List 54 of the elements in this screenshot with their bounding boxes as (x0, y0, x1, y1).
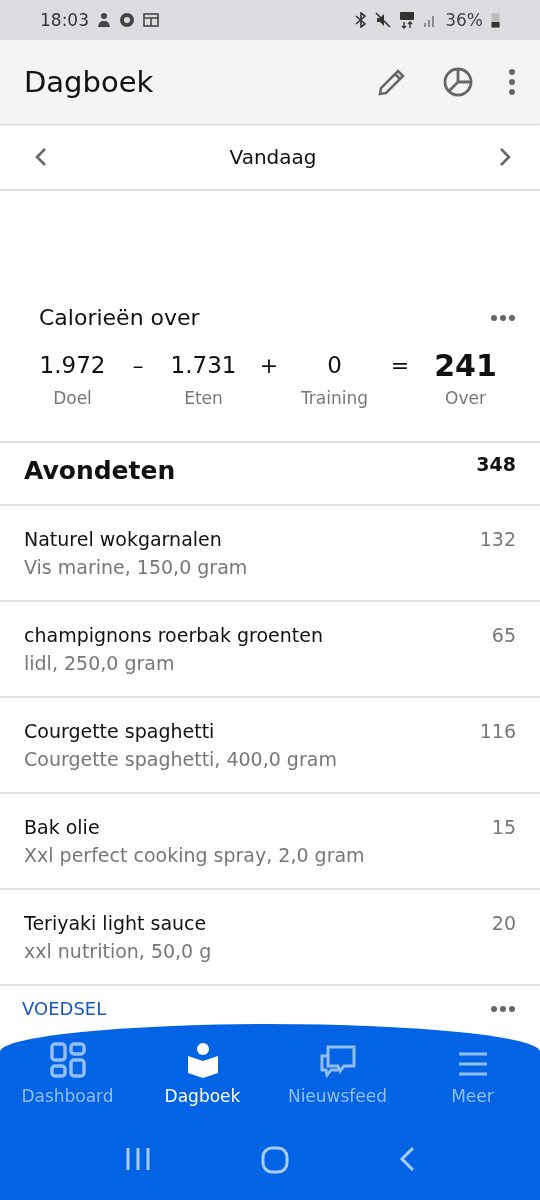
home-button[interactable] (261, 1146, 289, 1174)
calorie-value: 0 (327, 351, 342, 380)
menu-icon (456, 1050, 489, 1078)
chat-bubbles-icon (319, 1044, 356, 1078)
food-name[interactable]: champignons roerbak groenten (24, 624, 323, 646)
pie-chart-button[interactable] (442, 66, 474, 98)
food-name[interactable]: Bak olie (24, 816, 365, 838)
food-detail: lidl, 250,0 gram (24, 652, 176, 674)
battery-icon (491, 12, 500, 28)
card-title: Calorieën over (39, 305, 200, 330)
food-name[interactable]: Naturel wokgarnalen (24, 528, 248, 550)
food-detail: xxl nutrition, 50,0 g (24, 940, 212, 962)
nav-tab[interactable]: Dagboek (135, 1040, 270, 1110)
food-detail: Courgette spaghetti, 400,0 gram (24, 748, 337, 770)
operator-sign: = (389, 351, 411, 380)
calorie-label: Doel (53, 388, 92, 408)
meal-title: Avondeten (24, 456, 176, 487)
battery-percent: 36% (445, 10, 483, 30)
food-detail: Vis marine, 150,0 gram (24, 556, 248, 578)
calorie-label: Eten (184, 388, 223, 408)
bluetooth-icon (355, 12, 368, 28)
calendar-icon (143, 13, 159, 27)
more-options-button[interactable] (490, 1004, 516, 1013)
calorie-value: 1.972 (39, 351, 106, 380)
network-icon (399, 11, 416, 29)
status-time: 18:03 (40, 10, 89, 30)
food-calories: 132 (479, 528, 516, 552)
screen-title: Dagboek (24, 65, 155, 99)
calorie-label: Training (300, 388, 369, 408)
previous-day-button[interactable] (34, 147, 48, 167)
more-options-button[interactable] (490, 313, 516, 322)
date-label: Vandaag (229, 145, 317, 169)
food-name[interactable]: Teriyaki light sauce (24, 912, 212, 934)
operator-sign: + (258, 351, 280, 380)
operator-sign: – (131, 351, 145, 380)
grid-icon (49, 1042, 86, 1078)
calorie-label: Over (445, 388, 486, 408)
more-options-button[interactable] (508, 68, 516, 96)
calorie-value: 241 (434, 348, 497, 382)
food-name[interactable]: Courgette spaghetti (24, 720, 337, 742)
back-button[interactable] (399, 1146, 415, 1174)
food-calories: 15 (491, 816, 516, 840)
notification-icon (97, 12, 111, 28)
meal-total: 348 (476, 453, 516, 477)
food-calories: 20 (491, 912, 516, 936)
reader-book-icon (186, 1042, 219, 1078)
calorie-value: 1.731 (170, 351, 237, 380)
browser-icon (119, 12, 135, 28)
food-calories: 65 (491, 624, 516, 648)
food-detail: Xxl perfect cooking spray, 2,0 gram (24, 844, 365, 866)
food-calories: 116 (479, 720, 516, 744)
add-food-link[interactable]: VOEDSEL (22, 998, 107, 1019)
next-day-button[interactable] (498, 147, 512, 167)
mute-icon (375, 12, 392, 28)
